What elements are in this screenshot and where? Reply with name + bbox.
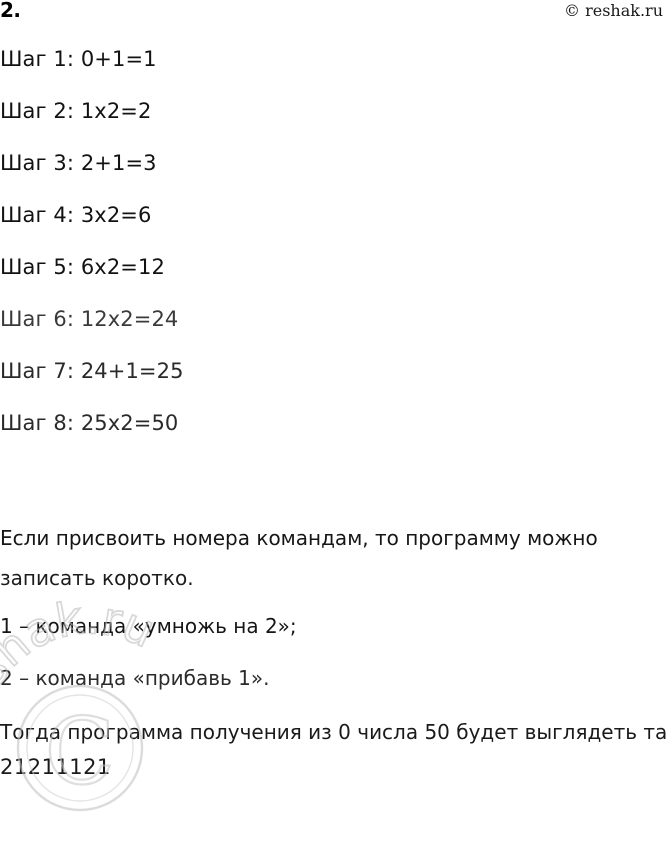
step-line: Шаг 6: 12x2=24	[0, 307, 179, 331]
step-line: Шаг 1: 0+1=1	[0, 47, 157, 71]
program-sequence: 21211121	[0, 755, 111, 779]
copyright-outline-icon: C	[16, 684, 144, 812]
intro-line-1: Если присвоить номера командам, то прогр…	[0, 526, 598, 550]
step-line: Шаг 5: 6x2=12	[0, 255, 165, 279]
svg-text:C: C	[45, 698, 115, 805]
step-line: Шаг 8: 25x2=50	[0, 411, 179, 435]
step-line: Шаг 7: 24+1=25	[0, 359, 184, 383]
site-attribution: © reshak.ru	[564, 1, 663, 20]
step-line: Шаг 4: 3x2=6	[0, 203, 152, 227]
intro-line-2: записать коротко.	[0, 566, 194, 590]
intro-paragraph: Если присвоить номера командам, то прогр…	[0, 518, 664, 598]
step-line: Шаг 2: 1x2=2	[0, 99, 152, 123]
step-line: Шаг 3: 2+1=3	[0, 151, 157, 175]
page-header: 2. © reshak.ru	[0, 0, 666, 30]
page-title: 2.	[0, 0, 21, 22]
command-definition-2: 2 – команда «прибавь 1».	[0, 666, 270, 690]
document-page: 2. © reshak.ru Шаг 1: 0+1=1 Шаг 2: 1x2=2…	[0, 0, 666, 812]
steps-list: Шаг 1: 0+1=1 Шаг 2: 1x2=2 Шаг 3: 2+1=3 Ш…	[0, 46, 400, 462]
conclusion-text: Тогда программа получения из 0 числа 50 …	[0, 720, 666, 744]
command-definition-1: 1 – команда «умножь на 2»;	[0, 614, 297, 638]
